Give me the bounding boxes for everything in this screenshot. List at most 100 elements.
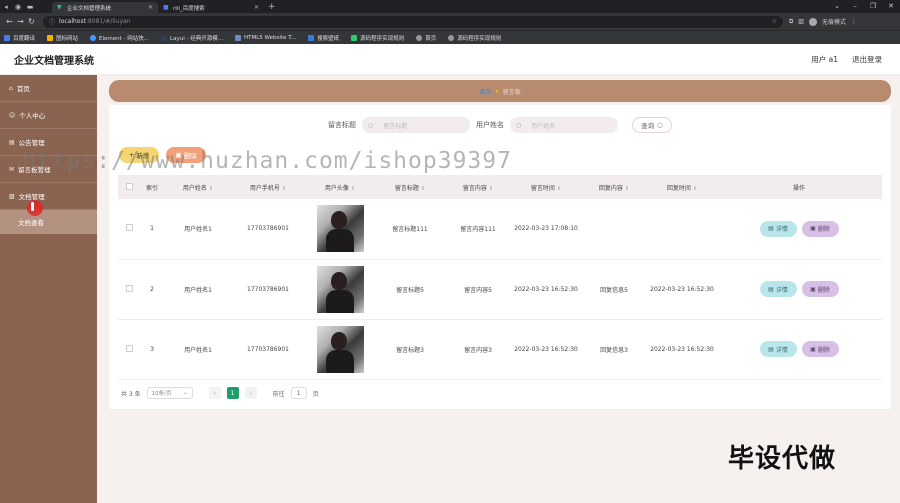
title-search-input[interactable]: ○ 留言标题	[362, 117, 470, 133]
prev-page-button[interactable]: ‹	[208, 387, 221, 399]
detail-button[interactable]: ▤ 详情	[759, 220, 797, 237]
vue-logo-icon: ▼	[57, 3, 62, 11]
avatar[interactable]	[316, 205, 364, 253]
col-content[interactable]: 留言内容 ⇕	[444, 175, 512, 199]
col-title[interactable]: 留言标题 ⇕	[376, 175, 444, 199]
incognito-avatar-icon[interactable]	[808, 17, 817, 26]
star-icon: ★	[494, 87, 500, 95]
table-row: 2 用户姓名1 17703786901 留言标题5 留言内容5 2022-03-…	[118, 259, 882, 320]
search-icon: ○	[657, 121, 663, 129]
profile-label[interactable]: 无痕模式	[822, 17, 846, 26]
sidebar-item-profile[interactable]: ☺ 个人中心	[0, 102, 97, 129]
next-page-button[interactable]: ›	[244, 387, 257, 399]
cell-reply	[580, 199, 648, 260]
cell-title: 留言标题5	[376, 259, 444, 320]
cell-reply-time: 2022-03-23 16:52:30	[648, 319, 716, 380]
delete-button[interactable]: ▣ 删除	[801, 281, 839, 297]
sort-icon[interactable]: ⇕	[282, 186, 286, 192]
tab-baidu[interactable]: ■ rili_百度搜索 ✕	[158, 2, 264, 13]
reload-icon[interactable]: ↻	[26, 17, 37, 26]
minimize-icon[interactable]: –	[846, 0, 864, 13]
bookmark-item[interactable]: HTML5 Website T...	[234, 34, 296, 41]
col-reply-time[interactable]: 回复时间 ⇕	[648, 175, 716, 199]
notice-icon: ▤	[9, 138, 15, 146]
tab-search-icon[interactable]: ◂	[0, 0, 12, 13]
extension-icon[interactable]: ⧉	[789, 18, 793, 26]
maximize-icon[interactable]: ❐	[864, 0, 882, 13]
sidebar-subitem-document-view[interactable]: 文档查看	[0, 210, 97, 234]
info-icon: ⓘ	[49, 19, 56, 26]
close-icon[interactable]: ✕	[148, 4, 153, 11]
col-phone[interactable]: 用户手机号 ⇕	[232, 175, 304, 199]
avatar[interactable]	[316, 325, 364, 373]
bookmark-item[interactable]: Layui - 经典开源模...	[161, 34, 223, 42]
sort-icon[interactable]: ⇕	[489, 186, 493, 192]
bookmark-item[interactable]: 搜索壁纸	[308, 34, 339, 42]
dropdown-icon[interactable]: ⌄	[828, 0, 846, 13]
bookmark-item[interactable]: 源码程序实现规则	[448, 34, 501, 42]
page-size-select[interactable]: 10条/页 ⌄	[146, 387, 193, 399]
browser-tab-bar: ◂ ◉ ▬ ▼ 企业文档管理系统 ✕ ■ rili_百度搜索 ✕ + ⌄ – ❐…	[0, 0, 900, 13]
page-number-current[interactable]: 1	[226, 387, 239, 399]
sidepanel-icon[interactable]: ▥	[798, 18, 804, 25]
name-search-label: 用户姓名	[476, 121, 504, 129]
bookmark-star-icon[interactable]: ☆	[772, 18, 777, 25]
select-all-checkbox[interactable]	[125, 182, 133, 190]
baidu-logo-icon: ■	[163, 3, 169, 11]
current-user: 用户 a1	[811, 54, 838, 64]
bookmark-item[interactable]: Element - 网站快...	[90, 34, 149, 42]
close-window-icon[interactable]: ✕	[882, 0, 900, 13]
sort-icon[interactable]: ⇕	[625, 186, 629, 192]
trash-icon: ▣	[810, 285, 816, 293]
col-avatar[interactable]: 用户头像 ⇕	[304, 175, 376, 199]
address-bar[interactable]: ⓘ localhost :8081/#/liuyan ☆	[43, 15, 783, 28]
cell-actions: ▤ 详情 ▣ 删除	[716, 319, 882, 380]
col-reply[interactable]: 回复内容 ⇕	[580, 175, 648, 199]
detail-button[interactable]: ▤ 详情	[759, 341, 797, 357]
bookmark-item[interactable]: 图标网站	[47, 34, 78, 42]
menu-icon[interactable]: ⋮	[851, 18, 857, 25]
total-count: 共 3 条	[121, 390, 141, 398]
row-checkbox[interactable]	[125, 344, 133, 352]
new-tab-icon[interactable]: +	[264, 2, 280, 12]
search-button[interactable]: 查询 ○	[632, 117, 672, 133]
back-icon[interactable]: ←	[4, 17, 15, 26]
cell-content: 留言内容5	[444, 259, 512, 320]
forward-icon[interactable]: →	[15, 17, 26, 26]
row-checkbox[interactable]	[125, 284, 133, 292]
sort-icon[interactable]: ⇕	[351, 186, 355, 192]
message-icon: ✉	[9, 165, 15, 173]
sort-icon[interactable]: ⇕	[421, 186, 425, 192]
sort-icon[interactable]: ⇕	[693, 186, 697, 192]
sidebar-item-home[interactable]: ⌂ 首页	[0, 75, 97, 102]
sidebar-item-documents[interactable]: ▧ 文档管理	[0, 183, 97, 210]
delete-button[interactable]: ▣ 删除	[801, 341, 839, 357]
col-name[interactable]: 用户姓名 ⇕	[164, 175, 232, 199]
col-actions: 操作	[716, 175, 882, 199]
cell-time: 2022-03-23 17:08:10	[512, 199, 580, 260]
delete-button[interactable]: ▣ 删除	[801, 220, 839, 237]
detail-button[interactable]: ▤ 详情	[759, 281, 797, 297]
cell-reply-time	[648, 199, 716, 260]
logout-link[interactable]: 退出登录	[852, 54, 882, 65]
sort-icon[interactable]: ⇕	[209, 186, 213, 192]
cell-phone: 17703786901	[232, 199, 304, 260]
tab-app[interactable]: ▼ 企业文档管理系统 ✕	[52, 2, 158, 13]
sort-icon[interactable]: ⇕	[557, 186, 561, 192]
col-index: 索引	[140, 175, 164, 199]
bookmark-item[interactable]: 源码程序实现规则	[351, 34, 404, 42]
cell-index: 3	[140, 319, 164, 380]
col-time[interactable]: 留言时间 ⇕	[512, 175, 580, 199]
bookmark-item[interactable]: 百度翻译	[4, 34, 35, 42]
breadcrumb-home[interactable]: 首页	[479, 87, 491, 96]
row-checkbox[interactable]	[125, 224, 133, 232]
close-icon[interactable]: ✕	[254, 4, 259, 11]
avatar[interactable]	[316, 265, 364, 313]
cell-content: 留言内容3	[444, 319, 512, 380]
cell-reply: 回复信息3	[580, 319, 648, 380]
goto-page-input[interactable]: 1	[290, 387, 307, 399]
name-search-input[interactable]: ○ 用户姓名	[510, 117, 618, 133]
search-form: 留言标题 ○ 留言标题 用户姓名 ○ 用户姓名 查询 ○	[109, 117, 891, 133]
window-icon[interactable]: ▬	[24, 0, 36, 13]
bookmark-item[interactable]: 首页	[416, 34, 436, 42]
